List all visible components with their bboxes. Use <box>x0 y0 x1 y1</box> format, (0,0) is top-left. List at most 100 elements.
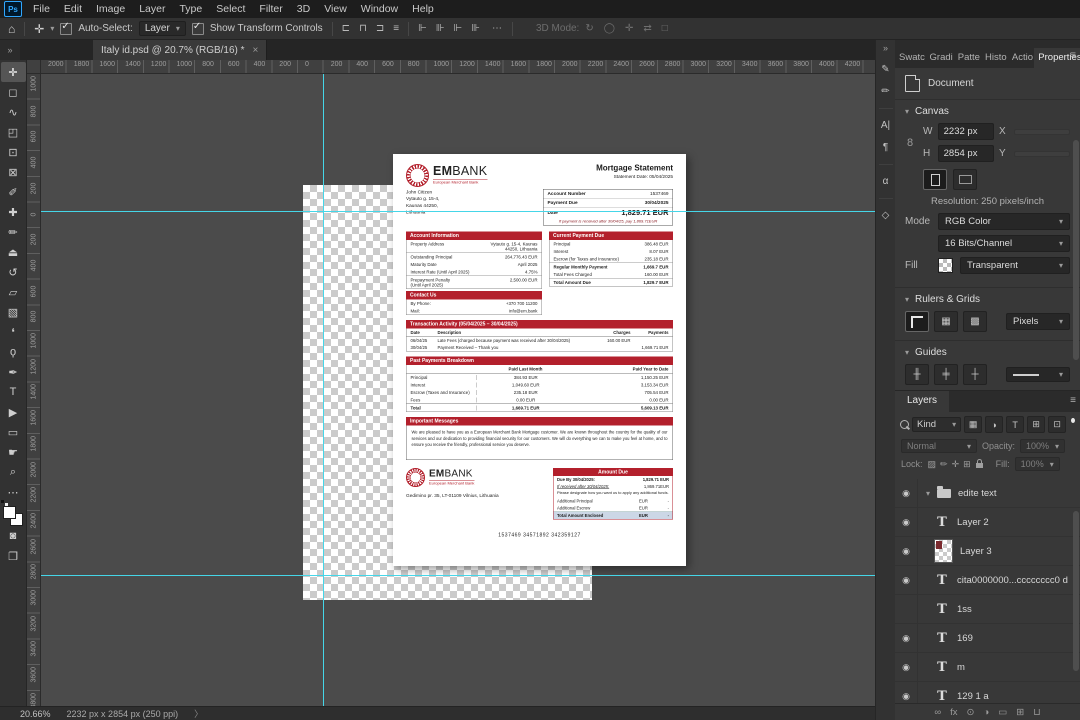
path-selection-tool[interactable]: ▶ <box>1 402 26 422</box>
layer-row-129-1-a[interactable]: ◉ T 129 1 a <box>895 682 1080 704</box>
link-dimensions-icon[interactable]: 8 <box>907 137 913 149</box>
visibility-toggle[interactable]: ◉ <box>895 682 918 704</box>
filter-kind-dropdown[interactable]: Kind ▾ <box>912 417 962 432</box>
move-tool-icon[interactable]: ✛ <box>34 22 44 36</box>
menu-select[interactable]: Select <box>209 1 252 17</box>
height-field[interactable]: 2854 px <box>937 145 994 162</box>
tab-patte[interactable]: Patte <box>954 48 981 68</box>
menu-edit[interactable]: Edit <box>57 1 89 17</box>
ruler-units-select[interactable]: Pixels ▾ <box>1006 313 1070 330</box>
zoom-level[interactable]: 20.66% <box>20 709 51 719</box>
glyphs-panel-icon[interactable]: α <box>883 176 889 187</box>
vertical-guide[interactable] <box>323 73 324 706</box>
layer-row-1ss[interactable]: T 1ss <box>895 595 1080 624</box>
close-icon[interactable]: × <box>253 45 259 56</box>
auto-select-target-dropdown[interactable]: Layer ▾ <box>138 21 186 36</box>
eyedropper-tool[interactable]: ✐ <box>1 182 26 202</box>
layer-fill-field[interactable]: 100% ▾ <box>1014 457 1060 471</box>
visibility-toggle[interactable]: ◉ <box>895 566 918 594</box>
paragraph-panel-icon[interactable]: ¶ <box>883 142 888 153</box>
layer-row-edite-text[interactable]: ◉ ▾ edite text <box>895 479 1080 508</box>
toggle-rulers-button[interactable] <box>905 311 929 332</box>
guide-option-button[interactable]: ╪ <box>934 364 958 385</box>
lock-option-icon[interactable]: ⊞ <box>963 459 971 470</box>
layer-mask-icon[interactable]: ⊙ <box>967 707 975 718</box>
adjustment-layer-icon[interactable]: ◑ <box>984 707 990 718</box>
distribute-icon[interactable]: ⊩ <box>454 23 463 34</box>
history-brush-tool[interactable]: ↺ <box>1 262 26 282</box>
layer-filter-icon[interactable]: ⊡ <box>1048 416 1067 433</box>
auto-select-checkbox[interactable] <box>60 21 73 35</box>
visibility-toggle[interactable] <box>895 595 918 623</box>
menu-type[interactable]: Type <box>172 1 209 17</box>
layer-filter-icon[interactable]: ⊞ <box>1027 416 1046 433</box>
bit-depth-select[interactable]: 16 Bits/Channel ▾ <box>938 235 1070 252</box>
layer-filter-icon[interactable]: T <box>1006 416 1025 433</box>
panel-menu-icon[interactable]: ≡ <box>1070 50 1076 61</box>
screen-mode[interactable]: ❐ <box>1 546 26 566</box>
align-icon[interactable]: ⊐ <box>376 23 384 34</box>
lock-option-icon[interactable]: ✛ <box>952 459 960 470</box>
blend-mode-select[interactable]: Normal ▾ <box>901 439 977 453</box>
home-icon[interactable]: ⌂ <box>8 22 15 36</box>
object-selection-tool[interactable]: ◰ <box>1 122 26 142</box>
new-layer-icon[interactable]: ⊞ <box>1016 707 1024 718</box>
move-tool[interactable]: ✛ <box>0 62 26 82</box>
vertical-ruler[interactable]: 1000 800 600 400 200 0 200 400 600 800 1000 1200 140… <box>27 73 41 706</box>
hand-tool[interactable]: ☛ <box>1 442 26 462</box>
libraries-panel-icon[interactable]: ◇ <box>882 210 890 221</box>
healing-brush-tool[interactable]: ✚ <box>1 202 26 222</box>
chevron-down-icon[interactable]: ▾ <box>50 24 54 33</box>
menu-layer[interactable]: Layer <box>132 1 172 17</box>
lock-option-icon[interactable]: ▨ <box>928 459 937 470</box>
landscape-orientation-button[interactable] <box>953 169 977 190</box>
brushes-icon[interactable]: ✏ <box>881 86 889 97</box>
menu-file[interactable]: File <box>26 1 57 17</box>
visibility-toggle[interactable]: ◉ <box>895 653 918 681</box>
visibility-toggle[interactable]: ◉ <box>895 508 918 536</box>
visibility-toggle[interactable]: ◉ <box>895 537 918 565</box>
layer-filter-icon[interactable]: ◑ <box>985 416 1004 433</box>
brush-tool[interactable]: ✏ <box>1 222 26 242</box>
gradient-tool[interactable]: ▧ <box>1 302 26 322</box>
crop-tool[interactable]: ⊡ <box>1 142 26 162</box>
tab-swatc[interactable]: Swatc <box>895 48 926 68</box>
layer-thumbnail[interactable] <box>934 539 953 563</box>
document-tab[interactable]: Italy id.psd @ 20.7% (RGB/16) * × <box>93 40 268 60</box>
menu-help[interactable]: Help <box>405 1 441 17</box>
menu-view[interactable]: View <box>317 1 354 17</box>
tab-histo[interactable]: Histo <box>981 48 1008 68</box>
show-transform-checkbox[interactable] <box>191 21 204 35</box>
guides-section-header[interactable]: ▾ Guides <box>905 347 1070 358</box>
lock-all-icon[interactable] <box>975 459 983 468</box>
edit-toolbar[interactable]: ⋯ <box>1 482 26 502</box>
lasso-tool[interactable]: ∿ <box>1 102 26 122</box>
chevron-down-icon[interactable]: ▾ <box>926 489 930 498</box>
status-popup-arrow[interactable]: 〉 <box>194 707 203 720</box>
guide-option-button[interactable]: ┼ <box>963 364 987 385</box>
dodge-tool[interactable]: ϙ <box>1 342 26 362</box>
lock-option-icon[interactable]: ✏ <box>940 459 948 470</box>
panel-menu-icon[interactable]: ≡ <box>1070 395 1076 406</box>
blur-tool[interactable]: ❛ <box>1 322 26 342</box>
layer-row-cita0000000-cccccccc0-d[interactable]: ◉ Tcita0000000...cccccccc0 d <box>895 566 1080 595</box>
visibility-toggle[interactable]: ◉ <box>895 624 918 652</box>
guide-option-button[interactable]: ╫ <box>905 364 929 385</box>
group-icon[interactable]: ▭ <box>998 707 1007 718</box>
clone-stamp-tool[interactable]: ⏏ <box>1 242 26 262</box>
distribute-icon[interactable]: ⊪ <box>436 23 445 34</box>
layer-row-layer-2[interactable]: ◉ T Layer 2 <box>895 508 1080 537</box>
panel-collapse-icon[interactable]: » <box>883 43 888 53</box>
rulers-grids-section-header[interactable]: ▾ Rulers & Grids <box>905 294 1070 305</box>
guide-style-select[interactable]: ▾ <box>1006 367 1070 382</box>
foreground-color-swatch[interactable] <box>3 506 16 519</box>
delete-layer-icon[interactable]: ⊔ <box>1033 707 1040 718</box>
distribute-icon[interactable]: ⊪ <box>471 23 480 34</box>
layer-row-169[interactable]: ◉ T 169 <box>895 624 1080 653</box>
opacity-field[interactable]: 100% ▾ <box>1020 439 1066 453</box>
menu-3d[interactable]: 3D <box>290 1 317 17</box>
brush-settings-icon[interactable]: ✎ <box>881 64 889 75</box>
link-layers-icon[interactable]: ∞ <box>934 707 941 718</box>
pen-tool[interactable]: ✒ <box>1 362 26 382</box>
visibility-toggle[interactable]: ◉ <box>895 479 918 507</box>
